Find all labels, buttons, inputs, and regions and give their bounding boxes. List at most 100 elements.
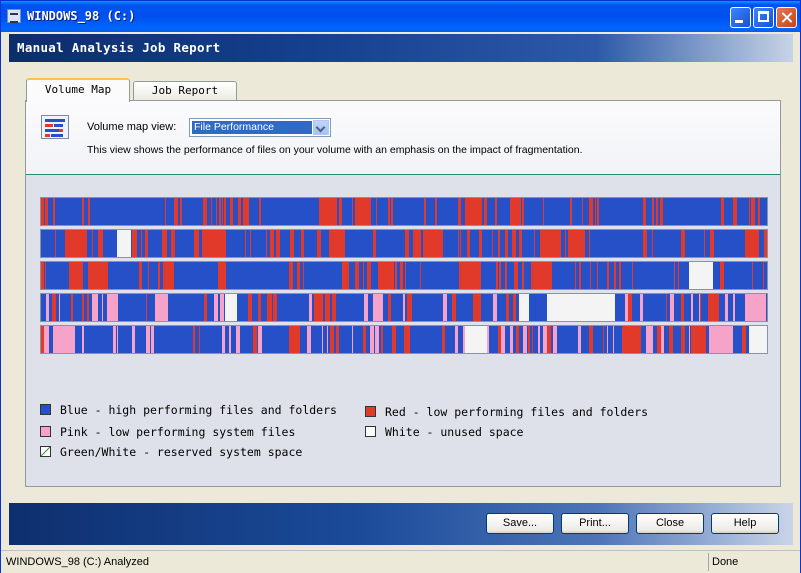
red-segment <box>459 262 481 289</box>
red-segment <box>388 198 390 225</box>
print-button[interactable]: Print... <box>561 513 629 534</box>
red-segment <box>570 198 572 225</box>
red-segment <box>173 262 174 289</box>
red-segment <box>165 198 166 225</box>
status-bar: WINDOWS_98 (C:) Analyzed Done <box>1 550 800 573</box>
pink-segment <box>373 294 383 321</box>
red-segment <box>568 230 585 257</box>
close-button[interactable]: Close <box>636 513 704 534</box>
pink-segment <box>443 294 447 321</box>
red-segment <box>270 230 274 257</box>
red-segment <box>164 230 167 257</box>
red-segment <box>373 230 376 257</box>
help-button[interactable]: Help <box>711 513 779 534</box>
red-segment <box>332 294 336 321</box>
red-segment <box>88 262 108 289</box>
maximize-button[interactable] <box>753 7 774 28</box>
red-segment <box>303 262 304 289</box>
selected-view: File Performance <box>192 121 312 134</box>
save-button[interactable]: Save... <box>486 513 554 534</box>
pink-segment <box>607 326 608 353</box>
pink-segment <box>733 294 735 321</box>
red-segment <box>532 326 533 353</box>
red-segment <box>458 198 461 225</box>
pink-segment <box>55 326 75 353</box>
red-segment <box>751 198 755 225</box>
view-header: Volume map view: File Performance This v… <box>26 101 780 175</box>
pink-segment <box>640 294 643 321</box>
pink-segment <box>364 294 368 321</box>
red-segment <box>250 230 251 257</box>
red-segment <box>710 230 714 257</box>
red-segment <box>392 326 396 353</box>
red-segment <box>590 262 591 289</box>
red-segment <box>513 294 516 321</box>
red-segment <box>329 230 345 257</box>
pink-segment <box>309 294 312 321</box>
red-segment <box>589 198 593 225</box>
red-segment <box>408 326 410 353</box>
red-segment <box>543 198 544 225</box>
red-segment <box>171 230 175 257</box>
red-segment <box>388 294 391 321</box>
pink-segment <box>222 326 225 353</box>
red-segment <box>420 262 421 289</box>
red-segment <box>656 198 658 225</box>
red-segment <box>505 230 508 257</box>
red-segment <box>660 198 663 225</box>
red-segment <box>69 262 83 289</box>
red-segment <box>424 198 426 225</box>
red-segment <box>258 294 261 321</box>
red-segment <box>45 198 48 225</box>
pink-segment <box>691 294 693 321</box>
red-segment <box>452 294 456 321</box>
red-segment <box>681 326 685 353</box>
pink-segment <box>661 326 664 353</box>
tab-volume-map[interactable]: Volume Map <box>26 78 130 102</box>
minimize-button[interactable] <box>730 7 751 28</box>
red-segment <box>238 198 241 225</box>
unused-segment <box>519 294 529 321</box>
red-segment <box>330 326 334 353</box>
red-segment <box>325 294 330 321</box>
red-segment <box>55 230 56 257</box>
volume-map-panel: Volume map view: File Performance This v… <box>25 100 781 487</box>
volume-map-icon <box>41 115 69 139</box>
red-segment <box>317 230 321 257</box>
red-segment <box>376 198 377 225</box>
red-segment <box>423 230 443 257</box>
red-segment <box>467 230 470 257</box>
pink-segment <box>501 326 505 353</box>
title-bar[interactable]: WINDOWS_98 (C:) <box>1 1 800 32</box>
red-segment <box>752 262 753 289</box>
red-segment <box>589 326 593 353</box>
red-segment <box>247 198 249 225</box>
pink-segment <box>403 294 405 321</box>
red-segment <box>322 198 337 225</box>
view-description: This view shows the performance of files… <box>87 144 583 156</box>
report-banner: Manual Analysis Job Report <box>9 34 793 62</box>
red-segment <box>528 326 530 353</box>
pink-segment <box>455 326 458 353</box>
red-segment <box>405 230 409 257</box>
red-segment <box>678 262 679 289</box>
close-window-button[interactable] <box>776 7 797 28</box>
volume-map-view-select[interactable]: File Performance <box>189 118 331 137</box>
red-segment <box>139 262 142 289</box>
red-segment <box>363 326 366 353</box>
pink-segment <box>327 326 328 353</box>
red-segment <box>65 230 87 257</box>
chevron-down-icon[interactable] <box>313 120 329 135</box>
red-segment <box>219 198 221 225</box>
blue-swatch <box>40 404 51 415</box>
red-segment <box>595 198 596 225</box>
red-segment <box>88 198 90 225</box>
tab-job-report[interactable]: Job Report <box>133 81 237 101</box>
red-segment <box>297 262 300 289</box>
red-segment <box>219 262 226 289</box>
pink-swatch <box>40 426 51 437</box>
red-swatch <box>365 406 376 417</box>
red-segment <box>700 294 701 321</box>
red-segment <box>367 262 371 289</box>
pink-segment <box>670 294 674 321</box>
